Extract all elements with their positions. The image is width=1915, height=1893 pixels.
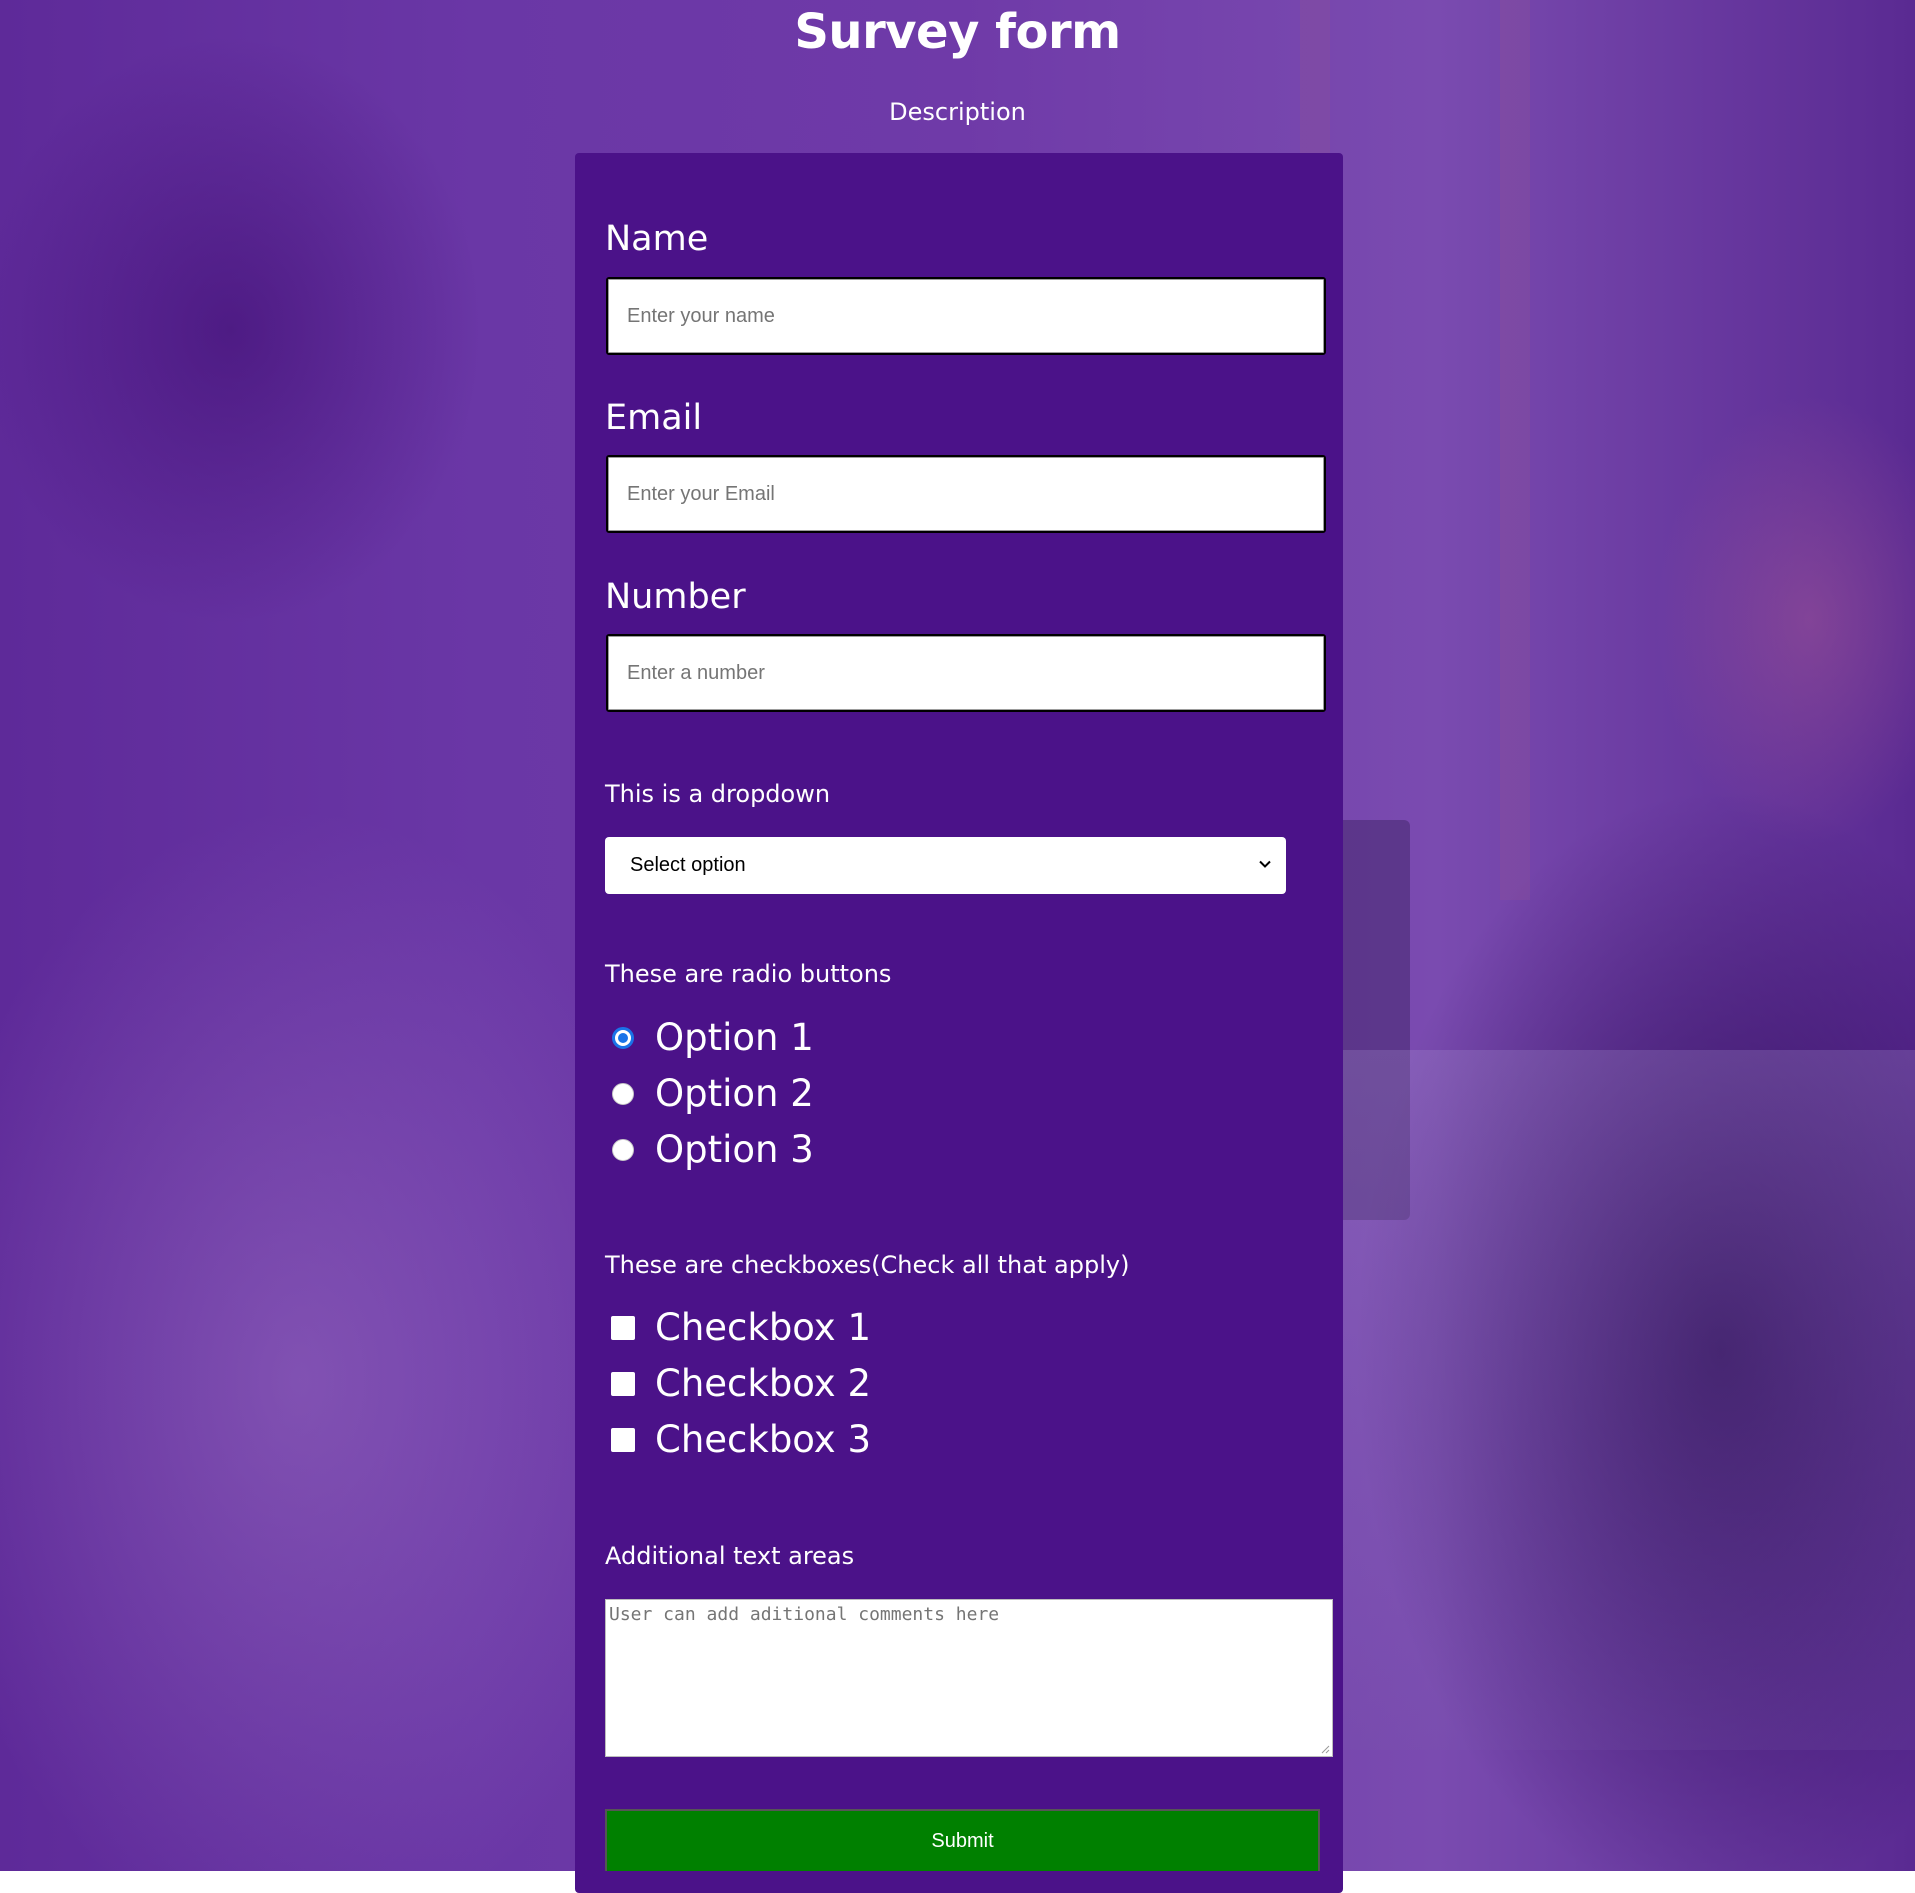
email-label: Email <box>605 398 703 438</box>
dropdown-select[interactable]: Select option <box>605 837 1286 894</box>
radio-group-label: These are radio buttons <box>605 960 892 988</box>
page-title: Survey form <box>794 4 1121 60</box>
checkbox-option-label: Checkbox 2 <box>655 1362 872 1405</box>
resize-grip-icon[interactable] <box>1318 1742 1330 1754</box>
radio-option-1[interactable]: Option 1 <box>610 1016 814 1059</box>
radio-button[interactable] <box>612 1138 634 1161</box>
dropdown-selected-value: Select option <box>630 854 746 876</box>
background-window <box>1300 0 1720 900</box>
radio-button[interactable] <box>612 1082 634 1105</box>
checkbox[interactable] <box>611 1315 635 1340</box>
checkbox-option-3[interactable]: Checkbox 3 <box>610 1418 871 1461</box>
radio-option-label: Option 3 <box>655 1128 814 1171</box>
checkbox-group-label: These are checkboxes(Check all that appl… <box>605 1251 1130 1279</box>
checkbox-option-label: Checkbox 1 <box>655 1306 872 1349</box>
page-description: Description <box>889 98 1026 126</box>
number-label: Number <box>605 577 746 617</box>
radio-option-label: Option 2 <box>655 1072 814 1115</box>
name-input[interactable]: Enter your name <box>606 277 1326 355</box>
dropdown-label: This is a dropdown <box>605 780 831 808</box>
checkbox[interactable] <box>611 1427 635 1452</box>
radio-option-2[interactable]: Option 2 <box>610 1072 814 1115</box>
radio-option-3[interactable]: Option 3 <box>610 1128 814 1171</box>
checkbox-option-2[interactable]: Checkbox 2 <box>610 1362 871 1405</box>
radio-option-label: Option 1 <box>655 1016 814 1059</box>
background-desk <box>1342 1050 1915 1750</box>
checkbox[interactable] <box>611 1371 635 1396</box>
name-label: Name <box>605 219 709 259</box>
checkbox-option-1[interactable]: Checkbox 1 <box>610 1306 871 1349</box>
email-input[interactable]: Enter your Email <box>606 455 1326 533</box>
number-input-placeholder: Enter a number <box>627 661 765 684</box>
email-input-placeholder: Enter your Email <box>627 482 775 505</box>
submit-button[interactable]: Submit <box>605 1809 1320 1871</box>
radio-button-checked[interactable] <box>612 1026 634 1049</box>
textarea-label: Additional text areas <box>605 1542 855 1570</box>
chevron-down-icon <box>1259 860 1271 868</box>
comments-textarea[interactable]: User can add aditional comments here <box>605 1599 1333 1757</box>
textarea-placeholder: User can add aditional comments here <box>609 1604 1000 1625</box>
checkbox-option-label: Checkbox 3 <box>655 1418 872 1461</box>
number-input[interactable]: Enter a number <box>606 634 1326 712</box>
name-input-placeholder: Enter your name <box>627 304 775 327</box>
